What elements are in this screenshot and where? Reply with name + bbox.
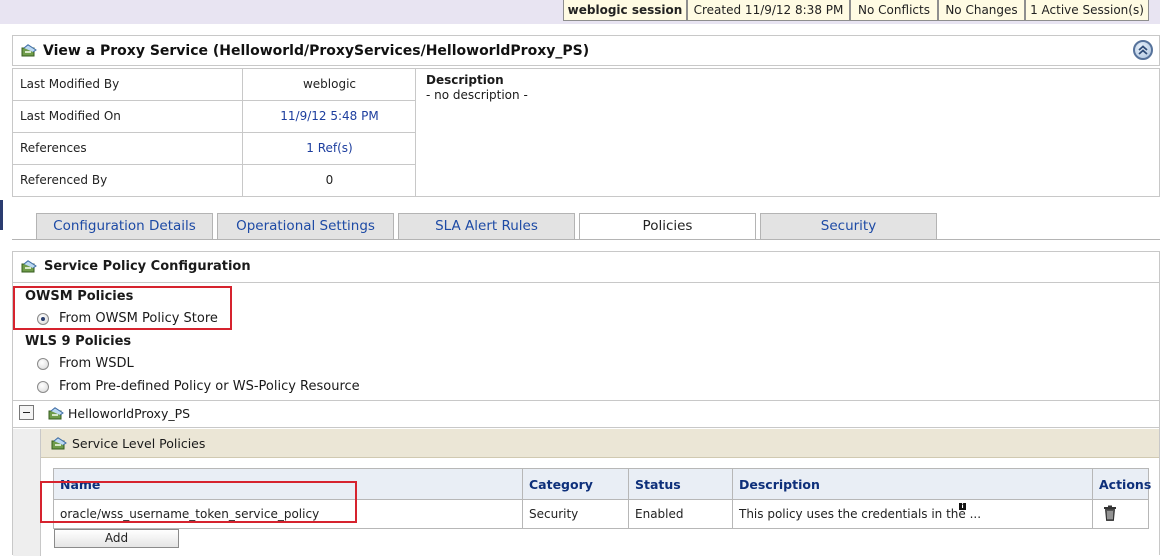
description-area: Description - no description - bbox=[415, 69, 1159, 196]
session-bar: weblogic session Created 11/9/12 8:38 PM… bbox=[0, 0, 1160, 24]
service-level-policies-bar: Service Level Policies bbox=[41, 429, 1159, 458]
column-header-status[interactable]: Status bbox=[629, 469, 733, 500]
summary-label: References bbox=[13, 133, 243, 165]
wls9-policies-title: WLS 9 Policies bbox=[25, 334, 132, 349]
policy-status-cell: Enabled bbox=[629, 500, 733, 528]
session-active-count[interactable]: 1 Active Session(s) bbox=[1025, 0, 1149, 21]
service-icon bbox=[48, 407, 64, 420]
policy-category-cell: Security bbox=[523, 500, 629, 528]
radio-icon[interactable] bbox=[37, 381, 49, 393]
highlight-box bbox=[40, 481, 357, 523]
service-icon bbox=[21, 260, 37, 273]
policy-config-title: Service Policy Configuration bbox=[44, 259, 251, 274]
last-modified-link[interactable]: 11/9/12 5:48 PM bbox=[244, 101, 415, 133]
column-header-actions: Actions bbox=[1099, 477, 1152, 492]
references-link[interactable]: 1 Ref(s) bbox=[244, 133, 415, 165]
summary-label: Last Modified By bbox=[13, 69, 243, 101]
tab-configuration-details[interactable]: Configuration Details bbox=[36, 213, 213, 239]
tree-gutter bbox=[13, 429, 41, 556]
summary-value: weblogic bbox=[302, 77, 357, 91]
service-level-policies-title: Service Level Policies bbox=[72, 436, 206, 451]
tab-sla-alert-rules[interactable]: SLA Alert Rules bbox=[398, 213, 575, 239]
summary-label: Last Modified On bbox=[13, 101, 243, 133]
summary-row: Last Modified By weblogic bbox=[13, 69, 415, 101]
description-label: Description bbox=[426, 73, 504, 87]
column-header-description[interactable]: Description bbox=[733, 469, 1093, 500]
summary-row: Last Modified On 11/9/12 5:48 PM bbox=[13, 101, 415, 133]
summary-row: References 1 Ref(s) bbox=[13, 133, 415, 165]
tab-policies[interactable]: Policies bbox=[579, 213, 756, 240]
session-name[interactable]: weblogic session bbox=[563, 0, 687, 21]
radio-label: From Pre-defined Policy or WS-Policy Res… bbox=[59, 379, 360, 394]
session-created: Created 11/9/12 8:38 PM bbox=[687, 0, 850, 21]
collapse-up-icon[interactable] bbox=[1133, 40, 1153, 60]
session-conflicts[interactable]: No Conflicts bbox=[850, 0, 938, 21]
policy-panel-header: Service Policy Configuration bbox=[13, 252, 1159, 283]
summary-row: Referenced By 0 bbox=[13, 165, 415, 196]
tab-security[interactable]: Security bbox=[760, 213, 937, 239]
summary-table: Last Modified By weblogic Last Modified … bbox=[12, 68, 1160, 197]
policy-actions-cell bbox=[1093, 500, 1148, 528]
column-header-category[interactable]: Category bbox=[523, 469, 629, 500]
page-header: View a Proxy Service (Helloworld/ProxySe… bbox=[12, 35, 1160, 66]
radio-label: From WSDL bbox=[59, 356, 134, 371]
policy-panel: Service Policy Configuration OWSM Polici… bbox=[12, 251, 1160, 556]
left-edge-marker bbox=[0, 200, 3, 230]
tab-operational-settings[interactable]: Operational Settings bbox=[217, 213, 394, 239]
service-tree-row: HelloworldProxy_PS bbox=[13, 400, 1159, 428]
radio-icon[interactable] bbox=[37, 358, 49, 370]
tree-collapse-icon[interactable] bbox=[19, 405, 34, 420]
trash-icon[interactable] bbox=[1103, 505, 1117, 521]
service-icon bbox=[21, 44, 37, 57]
highlight-box bbox=[13, 286, 232, 330]
tab-divider bbox=[12, 239, 1160, 240]
policy-description-cell: This policy uses the credentials in the … bbox=[733, 500, 1093, 528]
page-title: View a Proxy Service (Helloworld/ProxySe… bbox=[43, 43, 590, 59]
session-changes[interactable]: No Changes bbox=[938, 0, 1025, 21]
description-value: - no description - bbox=[426, 88, 528, 102]
info-icon[interactable]: i bbox=[959, 503, 966, 510]
service-icon bbox=[51, 437, 67, 450]
summary-value: 0 bbox=[325, 173, 334, 187]
service-tree-label[interactable]: HelloworldProxy_PS bbox=[68, 406, 190, 421]
summary-label: Referenced By bbox=[13, 165, 243, 196]
add-policy-button[interactable]: Add bbox=[54, 529, 179, 548]
